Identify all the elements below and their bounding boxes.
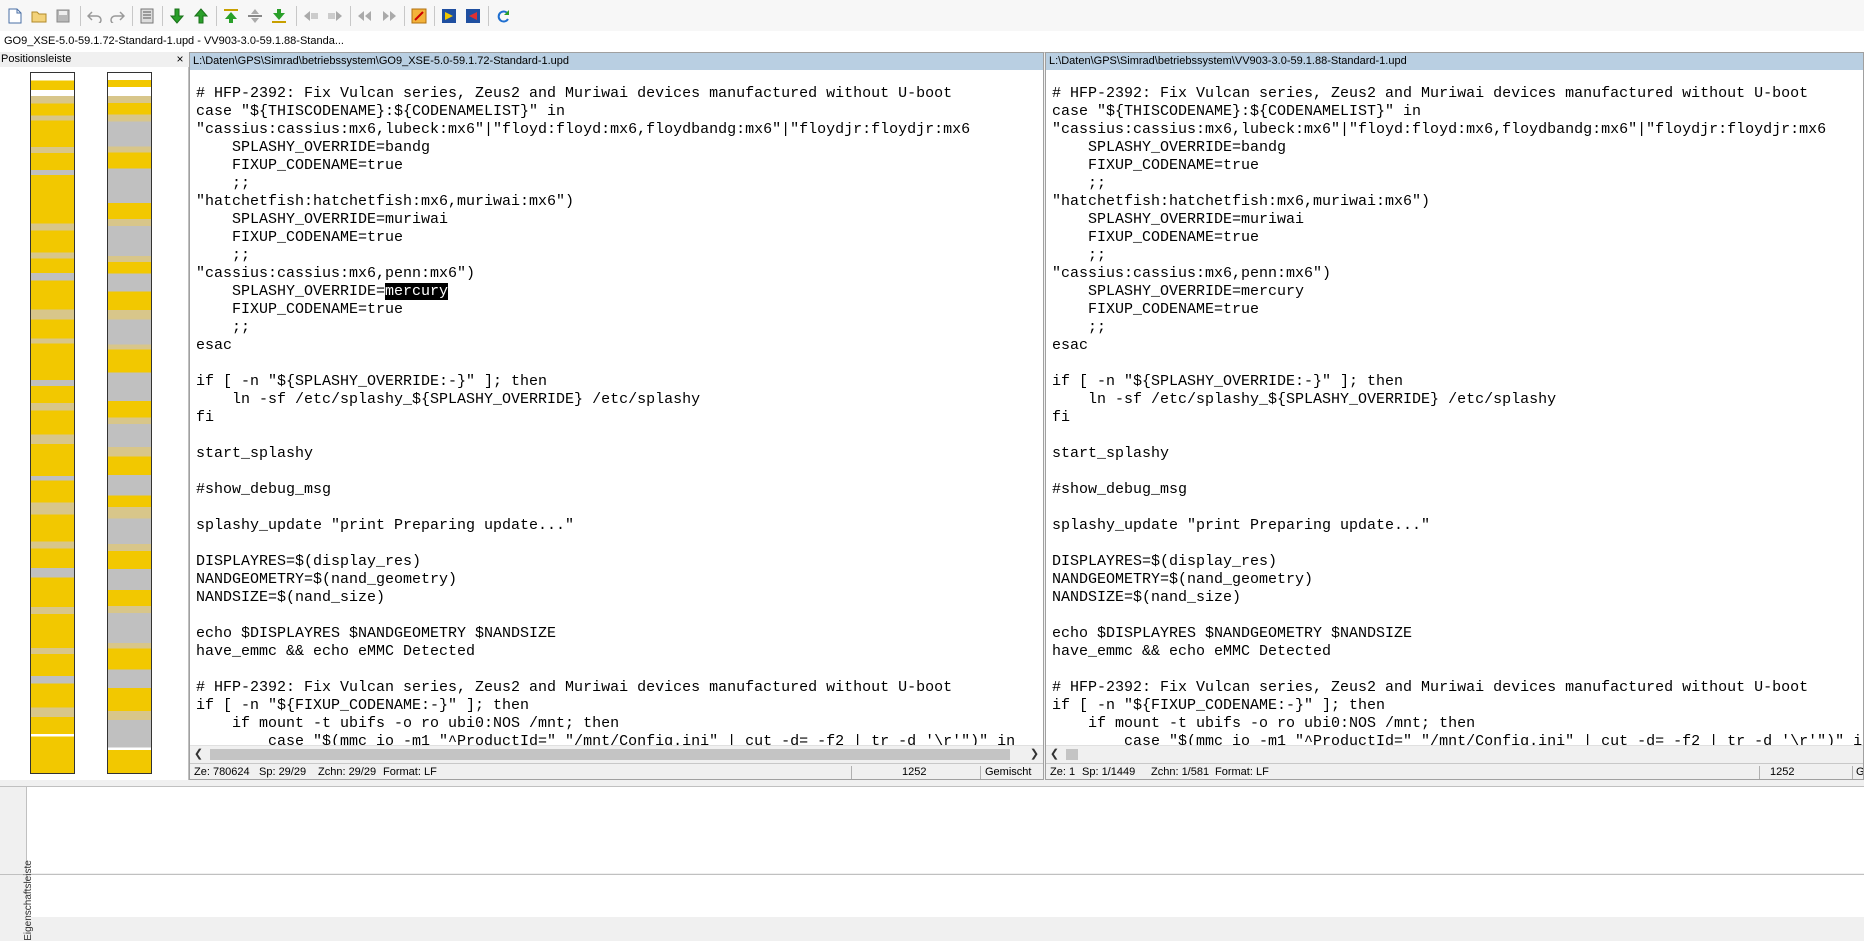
code-text-before: # HFP-2392: Fix Vulcan series, Zeus2 and… (1052, 85, 1827, 300)
properties-panel-label: Eigenschaftsleiste (22, 860, 34, 941)
left-status-bar: Ze: 780624 Sp: 29/29 Zchn: 29/29 Format:… (190, 763, 1043, 779)
toolbar (0, 0, 1864, 32)
code-text-before: # HFP-2392: Fix Vulcan series, Zeus2 and… (196, 85, 971, 300)
document-tab[interactable]: GO9_XSE-5.0-59.1.72-Standard-1.upd - VV9… (0, 31, 348, 51)
properties-panel[interactable]: Eigenschaftsleiste (0, 860, 1864, 941)
scroll-thumb[interactable] (1066, 749, 1078, 760)
status-chars: Zchn: 29/29 (318, 766, 377, 778)
redo-icon[interactable] (108, 7, 126, 25)
scroll-left-arrow-icon[interactable]: ❮ (190, 746, 207, 763)
copy-left-icon[interactable] (302, 7, 320, 25)
copy-all-left-icon[interactable] (356, 7, 374, 25)
left-code-view[interactable]: # HFP-2392: Fix Vulcan series, Zeus2 and… (196, 85, 1015, 751)
code-text-after: FIXUP_CODENAME=true ;; esac if [ -n "${S… (196, 301, 1016, 750)
right-code-view[interactable]: # HFP-2392: Fix Vulcan series, Zeus2 and… (1052, 85, 1863, 751)
right-status-bar: Ze: 1 Sp: 1/1449 Zchn: 1/581 Format: LF … (1046, 763, 1864, 779)
code-text-after: FIXUP_CODENAME=true ;; esac if [ -n "${S… (1052, 301, 1863, 750)
status-codepage: 1252 (1770, 766, 1795, 778)
close-icon[interactable]: × (174, 52, 186, 67)
status-column: Sp: 29/29 (259, 766, 307, 778)
options-icon[interactable] (138, 7, 156, 25)
status-chars: Zchn: 1/581 (1151, 766, 1210, 778)
status-format: Format: LF (383, 766, 437, 778)
position-bar: Positionsleiste × (0, 52, 189, 780)
status-column: Sp: 1/1449 (1082, 766, 1136, 778)
scroll-thumb[interactable] (210, 749, 1010, 760)
last-diff-icon[interactable] (270, 7, 288, 25)
undo-icon[interactable] (86, 7, 104, 25)
merge-icon[interactable] (440, 7, 458, 25)
status-mode: Gemischt (985, 766, 1032, 778)
copy-right-icon[interactable] (326, 7, 344, 25)
left-horizontal-scrollbar[interactable]: ❮ ❯ (190, 745, 1043, 763)
output-panel[interactable] (0, 786, 1864, 873)
status-codepage: 1252 (902, 766, 927, 778)
position-bar-title: Positionsleiste (0, 52, 189, 67)
first-diff-icon[interactable] (222, 7, 240, 25)
merge-alt-icon[interactable] (464, 7, 482, 25)
scroll-left-arrow-icon[interactable]: ❮ (1046, 746, 1063, 763)
current-diff-icon[interactable] (246, 7, 264, 25)
open-folder-icon[interactable] (30, 7, 48, 25)
edit-icon[interactable] (410, 7, 428, 25)
copy-all-right-icon[interactable] (380, 7, 398, 25)
refresh-icon[interactable] (494, 7, 512, 25)
position-strip-left[interactable] (30, 72, 75, 774)
code-text-plain: mercury (1241, 283, 1305, 300)
left-file-path: L:\Daten\GPS\Simrad\betriebssystem\GO9_X… (190, 53, 1043, 70)
right-editor-pane: L:\Daten\GPS\Simrad\betriebssystem\VV903… (1045, 52, 1864, 780)
position-strip-right[interactable] (107, 72, 152, 774)
status-line: Ze: 1 (1050, 766, 1076, 778)
new-file-icon[interactable] (6, 7, 24, 25)
status-mode: Ge (1856, 766, 1864, 778)
right-file-path: L:\Daten\GPS\Simrad\betriebssystem\VV903… (1046, 53, 1863, 70)
status-line: Ze: 780624 (194, 766, 250, 778)
scroll-right-arrow-icon[interactable]: ❯ (1026, 746, 1043, 763)
properties-panel-gutter: Eigenschaftsleiste (0, 860, 34, 941)
status-format: Format: LF (1215, 766, 1269, 778)
save-icon[interactable] (54, 7, 72, 25)
next-diff-icon[interactable] (168, 7, 186, 25)
text-selection: mercury (385, 283, 449, 300)
right-horizontal-scrollbar[interactable]: ❮ (1046, 745, 1863, 763)
left-editor-pane: L:\Daten\GPS\Simrad\betriebssystem\GO9_X… (189, 52, 1044, 780)
document-tab-bar: GO9_XSE-5.0-59.1.72-Standard-1.upd - VV9… (0, 31, 1864, 53)
prev-diff-icon[interactable] (192, 7, 210, 25)
